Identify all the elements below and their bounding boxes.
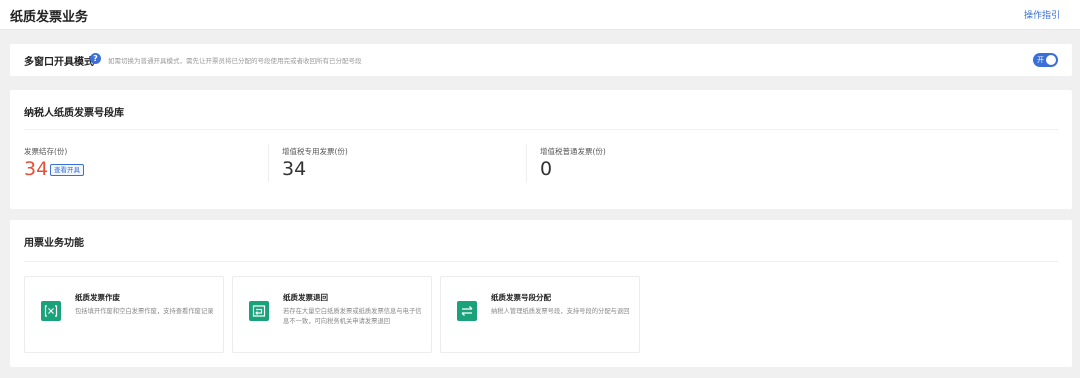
stat-separator [526,144,527,182]
func-title: 纸质发票退回 [283,293,328,302]
stat-label: 增值税普通发票(份) [540,147,606,156]
help-icon[interactable]: ? [90,53,101,64]
mode-panel: 多窗口开具模式 ? 如需切换为普通开具模式，需先让开票员将已分配的号段使用完或者… [10,44,1072,76]
stat-label: 发票结存(份) [24,147,68,156]
stat-value: 0 [540,158,553,180]
swap-arrows-icon [457,301,477,321]
view-issued-button[interactable]: 查看开具 [50,164,84,176]
stat-value: 34 [282,158,307,180]
stat-separator [268,144,269,182]
return-invoice-icon [249,301,269,321]
func-return-invoice[interactable]: 纸质发票退回 若存在大量空白纸质发票或纸质发票信息与电子信息不一致，可向税务机关… [232,276,432,353]
mode-description: 如需切换为普通开具模式，需先让开票员将已分配的号段使用完或者收回所有已分配号段 [108,57,362,65]
void-invoice-icon [41,301,61,321]
func-segment-allocation[interactable]: 纸质发票号段分配 纳税人管理纸质发票号段，支持号段的分配与退回 [440,276,640,353]
page-title: 纸质发票业务 [10,10,89,25]
guide-link[interactable]: 操作指引 [1024,8,1060,21]
func-description: 纳税人管理纸质发票号段，支持号段的分配与退回 [491,308,630,315]
top-bar: 纸质发票业务 操作指引 [0,0,1080,30]
functions-panel: 用票业务功能 纸质发票作废 包括填开作废和空白发票作废，支持查看作废记录 纸质发… [10,220,1072,367]
inventory-panel: 纳税人纸质发票号段库 发票结存(份) 34 查看开具 增值税专用发票(份) 34… [10,90,1072,209]
func-title: 纸质发票号段分配 [491,293,551,302]
inventory-title: 纳税人纸质发票号段库 [24,108,124,119]
toggle-knob [1046,55,1056,65]
mode-title: 多窗口开具模式 [24,57,94,68]
toggle-label: 开 [1037,56,1044,64]
multi-window-toggle[interactable]: 开 [1033,53,1058,67]
functions-divider [24,261,1058,262]
stat-special-vat: 增值税专用发票(份) 34 [282,146,527,184]
func-description: 包括填开作废和空白发票作废，支持查看作废记录 [75,308,214,315]
stat-label: 增值税专用发票(份) [282,147,348,156]
stat-ordinary-vat: 增值税普通发票(份) 0 [540,146,785,184]
func-title: 纸质发票作废 [75,293,120,302]
func-void-invoice[interactable]: 纸质发票作废 包括填开作废和空白发票作废，支持查看作废记录 [24,276,224,353]
func-description: 若存在大量空白纸质发票或纸质发票信息与电子信息不一致，可向税务机关申请发票退回 [283,308,422,325]
stat-total: 发票结存(份) 34 查看开具 [24,146,269,184]
functions-title: 用票业务功能 [24,238,84,249]
stat-value: 34 [24,158,49,180]
inventory-divider [24,129,1058,130]
